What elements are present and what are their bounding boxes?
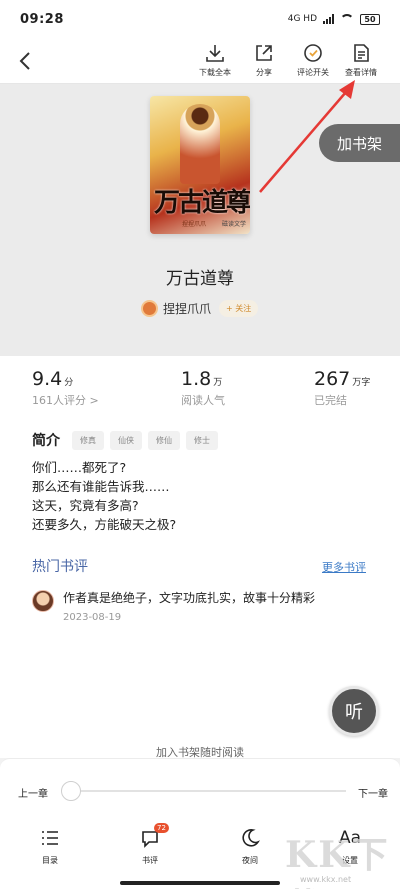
top-toolbar: 下载全本 分享 评论开关 查看详情	[0, 38, 400, 84]
view-detail-button[interactable]: 查看详情	[335, 42, 387, 78]
download-label: 下载全本	[199, 68, 231, 77]
home-indicator	[120, 881, 280, 885]
more-reviews-link[interactable]: 更多书评	[322, 559, 366, 575]
popularity-unit: 万	[213, 378, 223, 388]
author-name[interactable]: 捏捏爪爪	[163, 300, 211, 317]
list-icon	[42, 831, 58, 845]
view-detail-label: 查看详情	[345, 68, 377, 77]
nav-toc[interactable]: 目录	[25, 827, 75, 866]
status-indicators: 4G HD 50	[287, 13, 380, 25]
intro-text[interactable]: 你们……都死了? 那么还有谁能告诉我…… 这天，究竟有多高? 还要多久，方能破天…	[32, 458, 176, 534]
words-value: 267	[314, 368, 351, 390]
share-button[interactable]: 分享	[238, 42, 290, 78]
cover-author: 捏捏爪爪	[182, 221, 207, 228]
nav-night[interactable]: 夜间	[225, 827, 275, 866]
review-text: 作者真是绝绝子，文字功底扎实，故事十分精彩	[63, 591, 316, 605]
popularity-label: 阅读人气	[181, 394, 225, 407]
stat-popularity: 1.8 万 阅读人气	[181, 368, 225, 408]
tag[interactable]: 修真	[72, 430, 104, 450]
progress-slider[interactable]	[66, 790, 346, 792]
progress-slider-thumb[interactable]	[61, 781, 81, 801]
download-icon	[206, 45, 224, 62]
cover-publisher: 磁读文学	[221, 221, 246, 228]
next-chapter-button[interactable]: 下一章	[358, 785, 388, 800]
intro-line: 这天，究竟有多高?	[32, 498, 139, 513]
author-avatar[interactable]	[141, 300, 158, 317]
score-count-link[interactable]: 161人评分 >	[32, 392, 99, 408]
network-label: 4G HD	[287, 14, 317, 24]
book-cover[interactable]: 万古道尊 捏捏爪爪 磁读文学	[150, 96, 250, 234]
completion-status: 已完结	[314, 394, 347, 407]
chevron-left-icon	[19, 52, 30, 70]
status-bar: 09:28 4G HD 50	[0, 0, 400, 38]
tag[interactable]: 仙侠	[110, 430, 142, 450]
add-to-shelf-button[interactable]: 加书架	[319, 124, 400, 162]
intro-header: 简介 修真 仙侠 修仙 修士	[32, 430, 224, 450]
wifi-icon	[340, 14, 354, 24]
prev-chapter-button[interactable]: 上一章	[18, 785, 48, 800]
download-button[interactable]: 下载全本	[189, 42, 241, 78]
review-count-badge: 72	[154, 823, 169, 833]
words-unit: 万字	[352, 378, 371, 388]
listen-button[interactable]: 听	[329, 686, 379, 736]
nav-night-label: 夜间	[242, 856, 258, 865]
intro-line: 还要多久，方能破天之极?	[32, 517, 177, 532]
share-icon	[256, 45, 272, 61]
popularity-value: 1.8	[181, 368, 212, 390]
comment-toggle-icon	[304, 44, 322, 62]
document-icon	[354, 44, 369, 62]
nav-review-label: 书评	[142, 856, 158, 865]
hot-reviews-title: 热门书评	[32, 559, 88, 575]
nav-review[interactable]: 72 书评	[125, 823, 175, 866]
book-title: 万古道尊	[166, 269, 234, 289]
reviewer-avatar	[32, 590, 54, 612]
author-row: 捏捏爪爪 + 关注	[141, 300, 259, 317]
moon-icon	[242, 829, 260, 847]
follow-button[interactable]: + 关注	[219, 300, 259, 317]
stats-row: 9.4 分 161人评分 > 1.8 万 阅读人气 267 万字 已完结	[0, 356, 400, 418]
stat-words: 267 万字 已完结	[314, 368, 370, 408]
intro-label: 简介	[32, 433, 60, 449]
score-value: 9.4	[32, 368, 63, 390]
watermark-url: www.kkx.net	[300, 875, 352, 884]
comment-toggle-label: 评论开关	[297, 68, 329, 77]
review-item[interactable]: 作者真是绝绝子，文字功底扎实，故事十分精彩 2023-08-19	[32, 590, 372, 623]
share-label: 分享	[256, 68, 272, 77]
cover-figure	[180, 104, 220, 184]
intro-line: 那么还有谁能告诉我……	[32, 479, 170, 494]
cover-title: 万古道尊	[154, 188, 250, 218]
signal-icon	[323, 14, 334, 24]
battery-icon: 50	[360, 13, 380, 25]
nav-toc-label: 目录	[42, 856, 58, 865]
status-time: 09:28	[20, 11, 64, 27]
back-button[interactable]	[12, 48, 38, 74]
score-unit: 分	[64, 378, 74, 388]
stat-score[interactable]: 9.4 分 161人评分 >	[32, 368, 99, 408]
tag[interactable]: 修仙	[148, 430, 180, 450]
review-date: 2023-08-19	[63, 612, 122, 623]
tag[interactable]: 修士	[186, 430, 218, 450]
comment-toggle-button[interactable]: 评论开关	[287, 42, 339, 78]
intro-line: 你们……都死了?	[32, 460, 127, 475]
